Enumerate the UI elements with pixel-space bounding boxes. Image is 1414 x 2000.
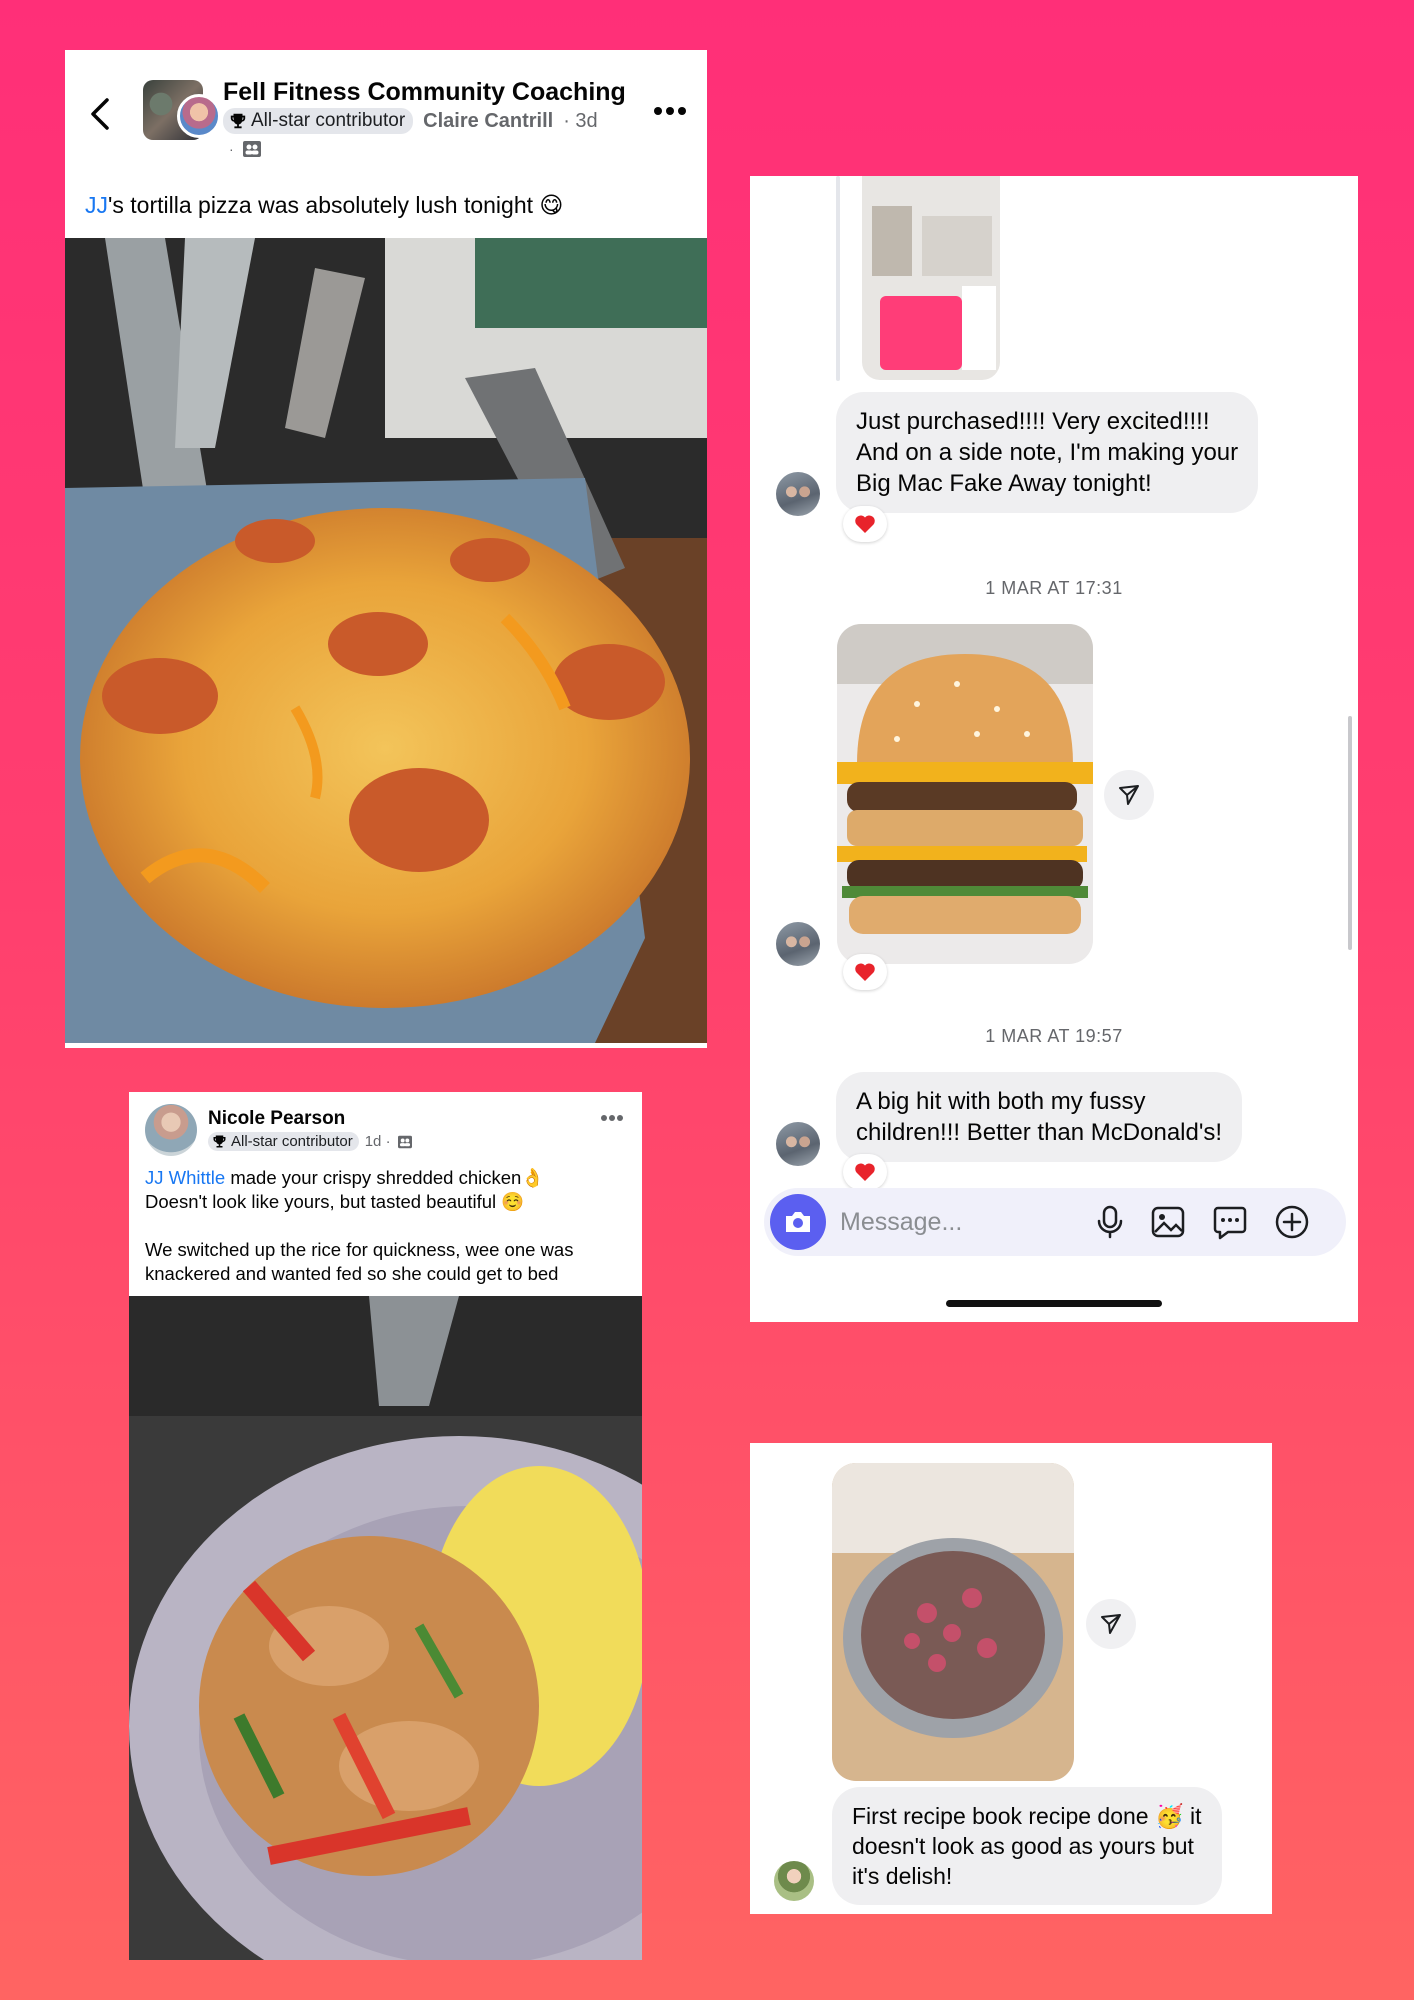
timestamp: 1 MAR AT 19:57 (985, 1026, 1123, 1046)
contributor-badge: All-star contributor (208, 1132, 359, 1151)
plus-icon[interactable] (1274, 1204, 1310, 1240)
heart-icon (855, 963, 875, 981)
message-bubble[interactable]: A big hit with both my fussy children!!!… (836, 1072, 1243, 1162)
timestamp: 1 MAR AT 17:31 (985, 578, 1123, 598)
message-composer (764, 1188, 1346, 1256)
post-privacy: · (229, 140, 262, 158)
contributor-badge: All-star contributor (223, 108, 414, 134)
post-time: · 3d (563, 109, 598, 132)
story-reply-thumbnail[interactable] (862, 176, 1000, 380)
message-line: children!!! Better than McDonald's! (856, 1119, 1223, 1146)
share-icon (1119, 785, 1139, 805)
share-button[interactable] (1086, 1599, 1136, 1649)
message-line: A big hit with both my fussy (856, 1088, 1146, 1115)
body-line: JJ Whittle made your crispy shredded chi… (145, 1166, 630, 1190)
reaction-heart[interactable] (843, 1154, 887, 1190)
body-text: made your crispy shredded chicken👌 (225, 1167, 545, 1188)
post-meta: All-star contributor 1d · (208, 1132, 413, 1151)
message-line: Just purchased!!!! Very excited!!!! (856, 408, 1210, 435)
badge-label: All-star contributor (231, 1133, 353, 1150)
post-meta: All-star contributor Claire Cantrill · 3… (223, 108, 598, 134)
message-line: doesn't look as good as yours but (852, 1833, 1194, 1859)
group-icon (397, 1135, 412, 1148)
body-line: We switched up the rice for quickness, w… (145, 1239, 574, 1260)
message-line: And on a side note, I'm making your (856, 439, 1239, 466)
message-input[interactable] (840, 1202, 1090, 1242)
message-line: it's delish! (852, 1863, 953, 1889)
badge-label: All-star contributor (251, 110, 406, 131)
body-line: knackered and wanted fed so she could ge… (145, 1263, 559, 1284)
sender-avatar[interactable] (776, 472, 820, 516)
trophy-icon (213, 1135, 226, 1148)
porridge-photo[interactable] (832, 1463, 1074, 1781)
message-bubble[interactable]: First recipe book recipe done 🥳 it doesn… (832, 1787, 1222, 1905)
group-name[interactable]: Fell Fitness Community Coaching (223, 78, 626, 107)
author-avatar[interactable] (177, 94, 221, 138)
gallery-icon[interactable] (1150, 1204, 1186, 1240)
message-line: First recipe book recipe done 🥳 it (852, 1803, 1202, 1829)
share-button[interactable] (1104, 770, 1154, 820)
sender-avatar[interactable] (776, 922, 820, 966)
pizza-photo[interactable] (65, 238, 707, 1043)
heart-icon (855, 515, 875, 533)
message-line: Big Mac Fake Away tonight! (856, 470, 1152, 497)
more-icon[interactable] (600, 1114, 624, 1122)
trophy-icon (230, 113, 246, 129)
message-bubble[interactable]: Just purchased!!!! Very excited!!!! And … (836, 392, 1259, 513)
scrollbar[interactable] (1348, 716, 1352, 950)
author-name[interactable]: Nicole Pearson (208, 1108, 345, 1130)
meta-dot: · (229, 141, 234, 157)
group-post-chicken: Nicole Pearson All-star contributor 1d ·… (129, 1092, 642, 1960)
camera-icon (786, 1212, 810, 1232)
body-mention[interactable]: JJ Whittle (145, 1167, 225, 1188)
reaction-heart[interactable] (843, 954, 887, 990)
share-icon (1101, 1614, 1121, 1634)
burger-photo[interactable] (837, 624, 1093, 964)
body-line: Doesn't look like yours, but tasted beau… (145, 1191, 525, 1212)
sender-avatar[interactable] (776, 1122, 820, 1166)
back-arrow-icon[interactable] (87, 96, 115, 132)
camera-button[interactable] (770, 1194, 826, 1250)
chicken-rice-photo[interactable] (129, 1296, 642, 1960)
post-header: Fell Fitness Community Coaching All-star… (65, 50, 707, 170)
group-post-pizza: Fell Fitness Community Coaching All-star… (65, 50, 707, 1048)
caption-text: 's tortilla pizza was absolutely lush to… (108, 192, 564, 218)
more-icon[interactable] (653, 106, 687, 116)
caption-mention[interactable]: JJ (85, 192, 108, 218)
chat-thread: Just purchased!!!! Very excited!!!! And … (750, 176, 1358, 1322)
reaction-heart[interactable] (843, 506, 887, 542)
post-caption: JJ's tortilla pizza was absolutely lush … (85, 192, 563, 219)
author-name[interactable]: Claire Cantrill (423, 110, 553, 133)
sender-avatar[interactable] (774, 1861, 814, 1901)
author-avatar[interactable] (145, 1104, 197, 1156)
post-time: 1d · (364, 1133, 391, 1150)
sticker-icon[interactable] (1212, 1204, 1248, 1240)
reply-bar (836, 176, 840, 381)
group-icon (242, 141, 261, 157)
dm-message-card: First recipe book recipe done 🥳 it doesn… (750, 1443, 1272, 1914)
heart-icon (855, 1163, 875, 1181)
home-indicator[interactable] (946, 1300, 1162, 1307)
microphone-icon[interactable] (1092, 1204, 1128, 1240)
post-body: JJ Whittle made your crispy shredded chi… (145, 1166, 630, 1286)
